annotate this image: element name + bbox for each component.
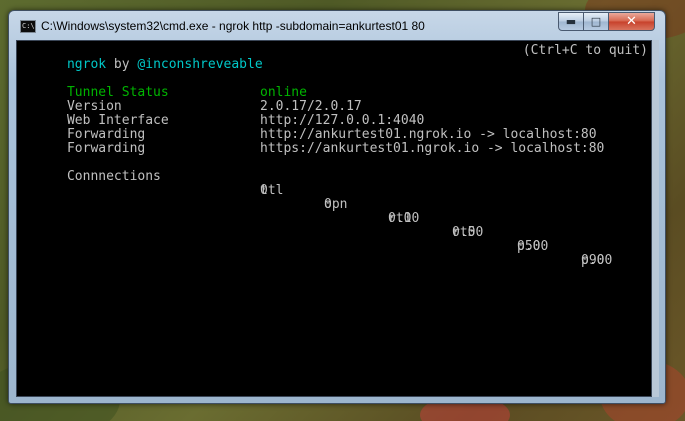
connections-value: 0: [260, 183, 268, 198]
author-handle: @inconshreveable: [137, 57, 263, 72]
cmd-icon[interactable]: C:\: [20, 20, 36, 33]
connections-value: 0.00: [517, 239, 549, 254]
console-output[interactable]: ngrok by @inconshreveable (Ctrl+C to qui…: [16, 40, 652, 397]
cmd-window[interactable]: C:\ C:\Windows\system32\cmd.exe - ngrok …: [8, 10, 666, 404]
info-value: https://ankurtest01.ngrok.io -> localhos…: [260, 141, 605, 156]
minimize-button[interactable]: ▬: [558, 12, 584, 31]
minimize-icon: ▬: [565, 15, 577, 28]
maximize-icon: □: [590, 15, 602, 28]
connections-value: 0.00: [581, 253, 613, 268]
connections-value: 0: [324, 197, 332, 212]
connections-value: 0.00: [452, 225, 484, 240]
connections-values-row: 0 0 0.00 0.00 0.00 0.00: [20, 170, 650, 282]
title-bar[interactable]: C:\ C:\Windows\system32\cmd.exe - ngrok …: [9, 11, 665, 41]
window-title: C:\Windows\system32\cmd.exe - ngrok http…: [41, 19, 425, 33]
app-name: ngrok: [66, 57, 107, 72]
vertical-scrollbar[interactable]: [652, 40, 659, 397]
by-text: by: [106, 57, 138, 72]
quit-hint: (Ctrl+C to quit): [522, 43, 648, 58]
connections-value: 0.00: [388, 211, 420, 226]
maximize-button[interactable]: □: [583, 12, 609, 31]
close-button[interactable]: ✕: [608, 12, 655, 31]
close-icon: ✕: [626, 14, 637, 29]
info-label: Forwarding: [66, 141, 146, 156]
